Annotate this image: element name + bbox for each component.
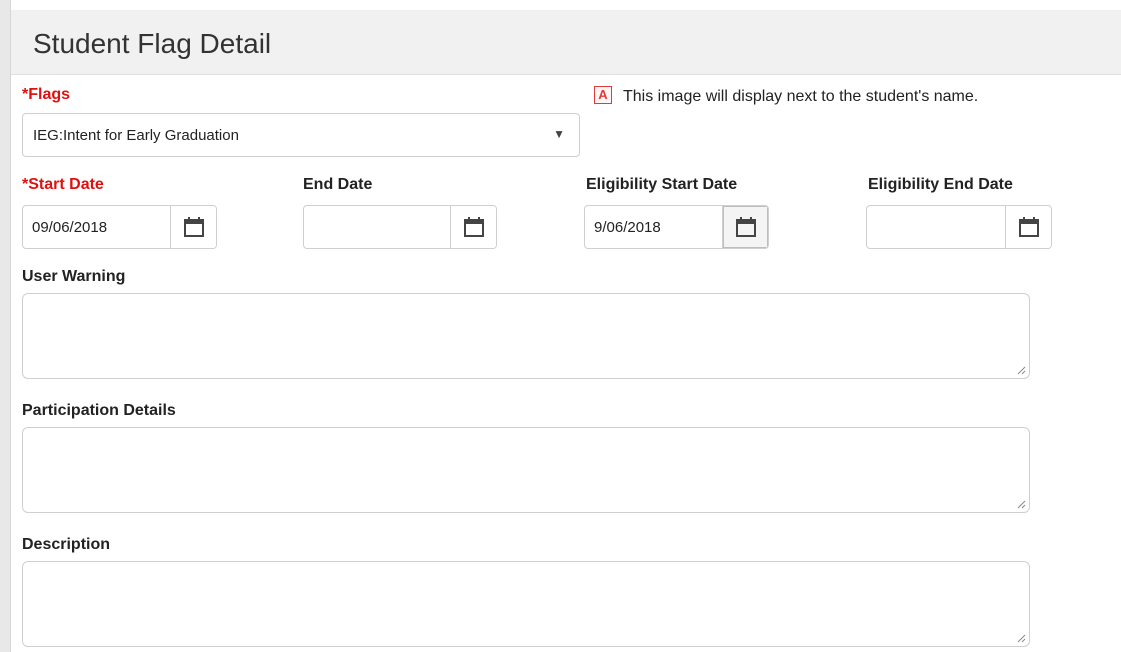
eligibility-end-date-label: Eligibility End Date: [868, 176, 1013, 193]
flags-select[interactable]: IEG:Intent for Early Graduation ▼: [22, 113, 580, 157]
chevron-down-icon: ▼: [553, 127, 565, 141]
page-title: Student Flag Detail: [33, 28, 272, 59]
participation-details-field: [22, 427, 1030, 513]
user-warning-field: [22, 293, 1030, 379]
flags-selected-value: IEG:Intent for Early Graduation: [33, 127, 239, 144]
eligibility-end-date-picker: [866, 205, 1052, 249]
eligibility-end-date-calendar-button[interactable]: [1005, 206, 1051, 248]
description-label: Description: [22, 536, 111, 553]
calendar-icon: [464, 217, 484, 237]
start-date-label: *Start Date: [22, 176, 104, 193]
flags-label: *Flags: [22, 86, 71, 103]
eligibility-start-date-input[interactable]: [585, 206, 724, 248]
eligibility-start-date-label: Eligibility Start Date: [586, 176, 738, 193]
participation-details-label: Participation Details: [22, 402, 176, 419]
eligibility-start-date-picker: [584, 205, 769, 249]
image-marker-icon: A: [594, 86, 612, 104]
description-field: [22, 561, 1030, 647]
panel-header: Student Flag Detail: [11, 10, 1121, 75]
left-rail: [0, 0, 11, 652]
resize-grip-icon[interactable]: [1016, 365, 1026, 375]
eligibility-start-date-calendar-button[interactable]: [722, 206, 768, 248]
calendar-icon: [184, 217, 204, 237]
end-date-input[interactable]: [304, 206, 452, 248]
user-warning-label: User Warning: [22, 268, 126, 285]
image-info-text: This image will display next to the stud…: [623, 88, 979, 105]
start-date-picker: [22, 205, 217, 249]
end-date-picker: [303, 205, 497, 249]
start-date-input[interactable]: [23, 206, 172, 248]
resize-grip-icon[interactable]: [1016, 633, 1026, 643]
participation-details-textarea[interactable]: [23, 428, 1029, 512]
end-date-label: End Date: [303, 176, 373, 193]
student-flag-detail-panel: Student Flag Detail *Flags IEG:Intent fo…: [11, 0, 1121, 652]
calendar-icon: [1019, 217, 1039, 237]
description-textarea[interactable]: [23, 562, 1029, 646]
calendar-icon: [736, 217, 756, 237]
eligibility-end-date-input[interactable]: [867, 206, 1007, 248]
end-date-calendar-button[interactable]: [450, 206, 496, 248]
start-date-calendar-button[interactable]: [170, 206, 216, 248]
user-warning-textarea[interactable]: [23, 294, 1029, 378]
resize-grip-icon[interactable]: [1016, 499, 1026, 509]
